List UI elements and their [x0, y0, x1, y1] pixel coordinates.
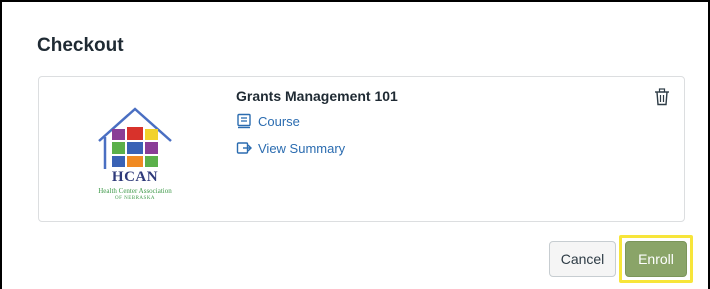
course-icon: [236, 113, 252, 129]
page-title: Checkout: [37, 35, 124, 56]
view-summary-label[interactable]: View Summary: [258, 141, 345, 156]
course-type-label: Course: [258, 113, 300, 129]
trash-icon[interactable]: [654, 88, 670, 106]
checkout-dialog: Checkout HCAN Health Center Association …: [0, 0, 710, 289]
enroll-button[interactable]: Enroll: [625, 241, 687, 277]
logo-organization-name: Health Center Association: [98, 187, 172, 195]
view-summary-icon: [236, 140, 252, 156]
view-summary-link[interactable]: View Summary: [236, 140, 345, 156]
logo-tagline: OF NEBRASKA: [114, 196, 156, 201]
cart-item-card: HCAN Health Center Association OF NEBRAS…: [38, 76, 685, 222]
organization-logo: HCAN Health Center Association OF NEBRAS…: [87, 107, 197, 205]
logo-abbreviation: HCAN: [111, 169, 159, 185]
course-title: Grants Management 101: [236, 88, 398, 104]
house-logo-icon: [98, 107, 172, 169]
cancel-button[interactable]: Cancel: [549, 241, 616, 277]
course-type: Course: [236, 113, 300, 129]
